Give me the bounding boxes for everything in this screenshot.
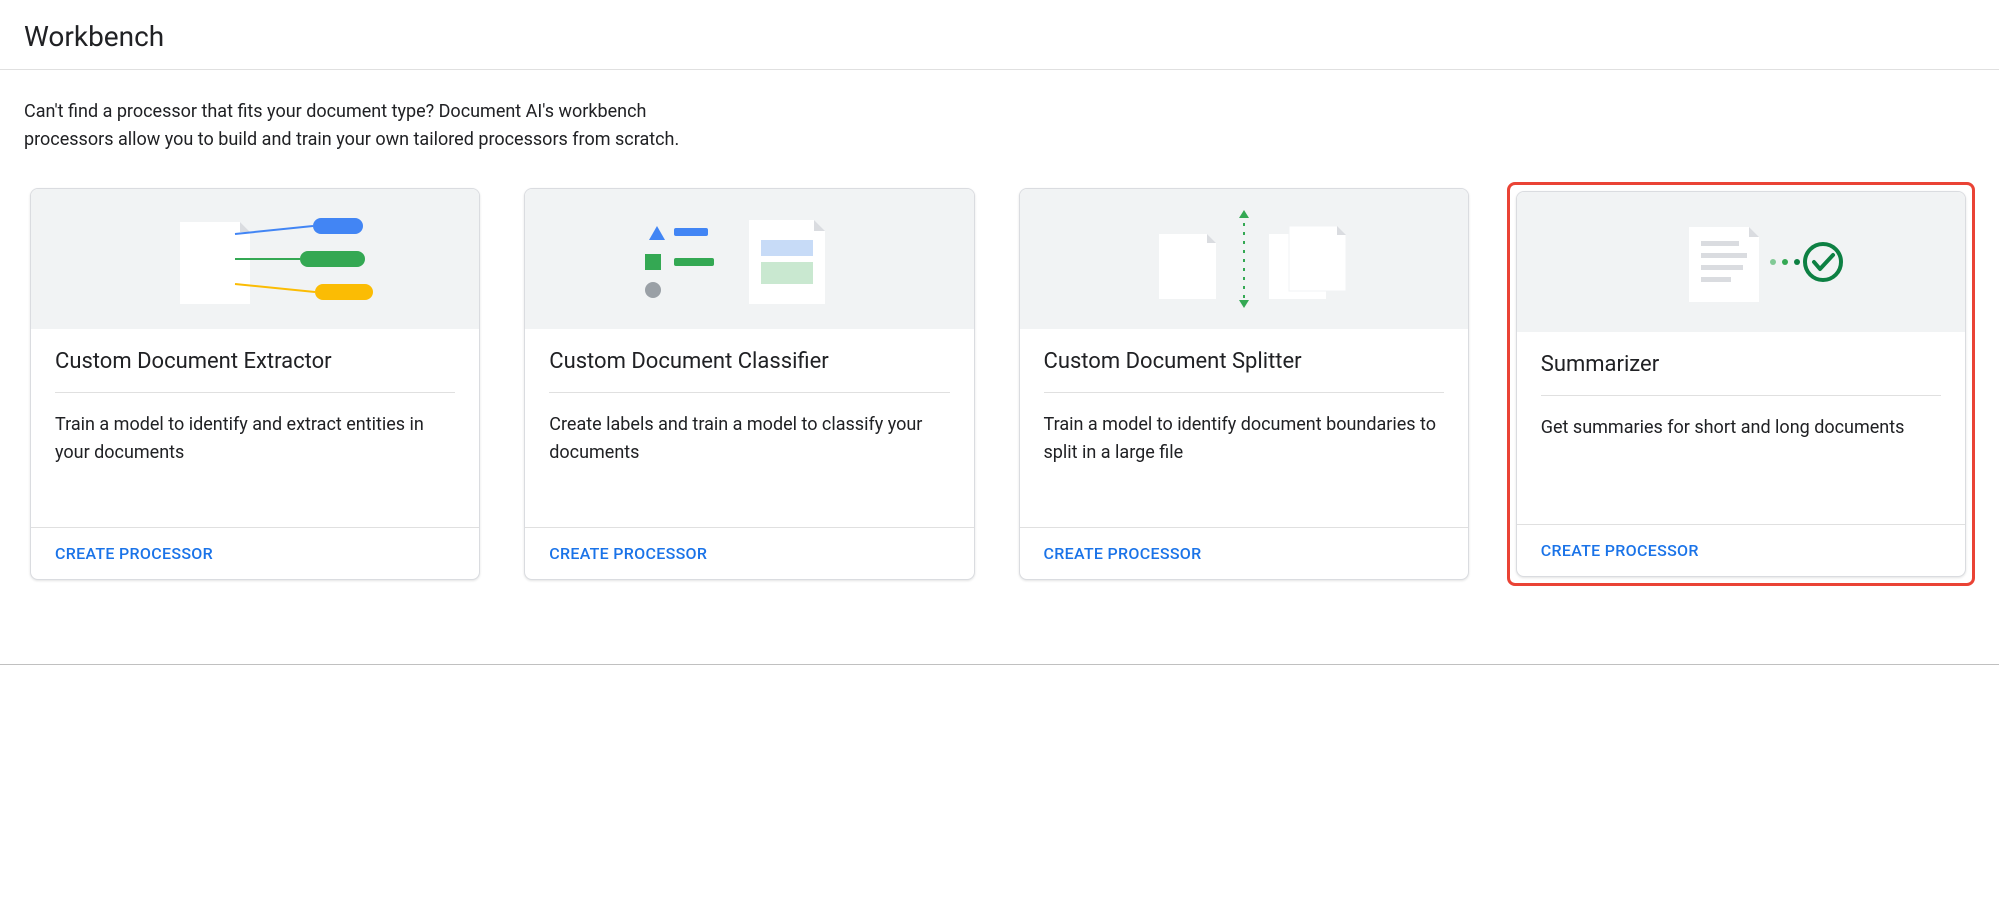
create-processor-button[interactable]: CREATE PROCESSOR <box>1541 541 1699 560</box>
card-wrapper-classifier: Custom Document Classifier Create labels… <box>518 182 980 586</box>
splitter-icon <box>1114 204 1374 314</box>
card-classifier: Custom Document Classifier Create labels… <box>524 188 974 580</box>
summarizer-illustration <box>1517 192 1965 332</box>
create-processor-button[interactable]: CREATE PROCESSOR <box>1044 544 1202 563</box>
card-title: Custom Document Classifier <box>549 349 949 393</box>
card-title: Custom Document Splitter <box>1044 349 1444 393</box>
page-subtitle: Can't find a processor that fits your do… <box>24 98 724 154</box>
card-summarizer: Summarizer Get summaries for short and l… <box>1516 191 1966 577</box>
card-description: Train a model to identify document bound… <box>1044 411 1444 527</box>
splitter-illustration <box>1020 189 1468 329</box>
create-processor-button[interactable]: CREATE PROCESSOR <box>55 544 213 563</box>
card-title: Summarizer <box>1541 352 1941 396</box>
summarizer-icon <box>1611 207 1871 317</box>
page-title: Workbench <box>24 20 1975 53</box>
card-wrapper-extractor: Custom Document Extractor Train a model … <box>24 182 486 586</box>
extractor-illustration <box>31 189 479 329</box>
card-wrapper-splitter: Custom Document Splitter Train a model t… <box>1013 182 1475 586</box>
card-title: Custom Document Extractor <box>55 349 455 393</box>
classifier-icon <box>619 204 879 314</box>
page-content: Can't find a processor that fits your do… <box>0 70 1999 614</box>
card-splitter: Custom Document Splitter Train a model t… <box>1019 188 1469 580</box>
bottom-divider <box>0 664 1999 665</box>
card-description: Train a model to identify and extract en… <box>55 411 455 527</box>
create-processor-button[interactable]: CREATE PROCESSOR <box>549 544 707 563</box>
page-header: Workbench <box>0 0 1999 70</box>
card-extractor: Custom Document Extractor Train a model … <box>30 188 480 580</box>
card-wrapper-summarizer: Summarizer Get summaries for short and l… <box>1507 182 1975 586</box>
processor-cards: Custom Document Extractor Train a model … <box>24 182 1975 586</box>
card-description: Create labels and train a model to class… <box>549 411 949 527</box>
card-description: Get summaries for short and long documen… <box>1541 414 1941 524</box>
classifier-illustration <box>525 189 973 329</box>
extractor-icon <box>125 204 385 314</box>
